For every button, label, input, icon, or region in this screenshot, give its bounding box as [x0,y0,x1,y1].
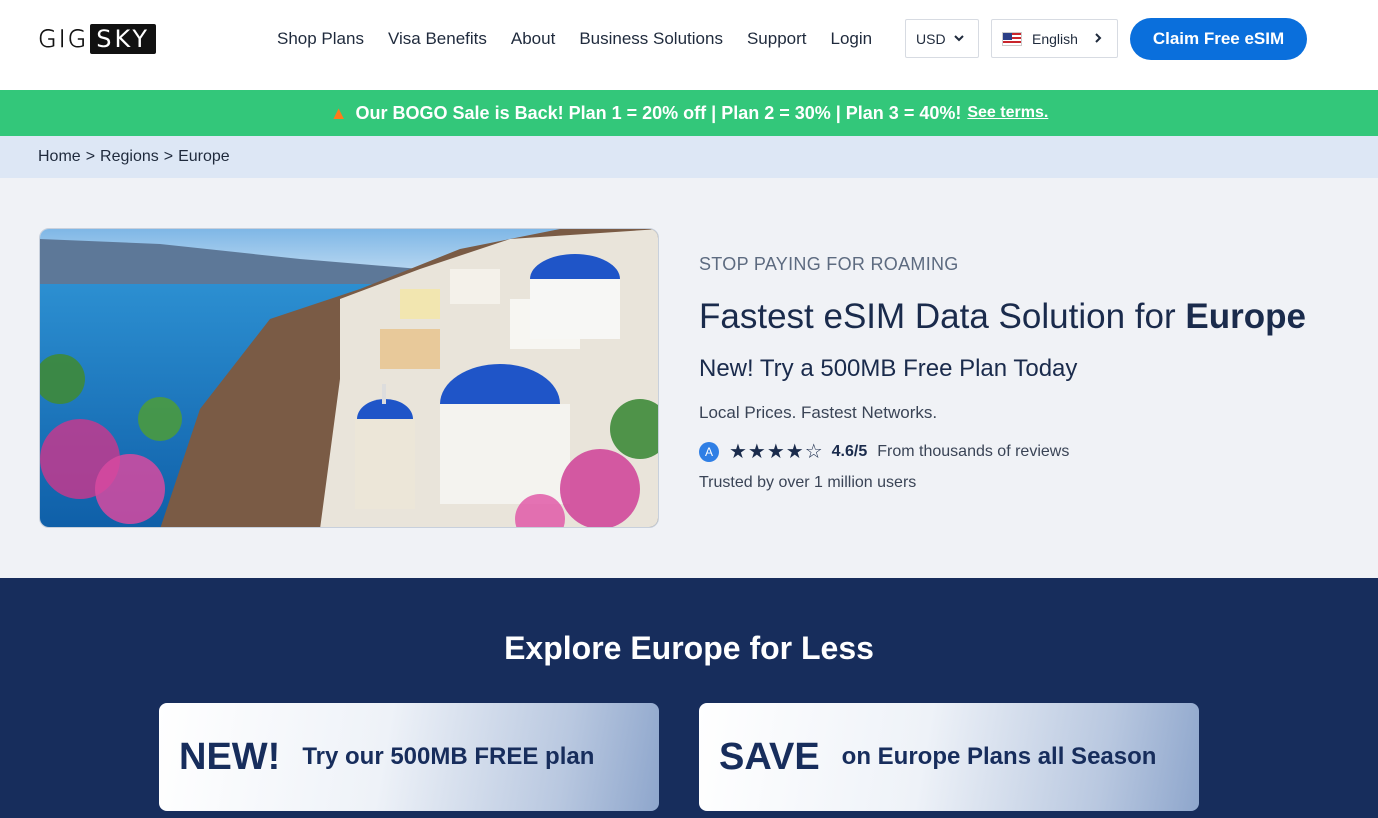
chevron-down-icon [954,35,964,42]
free-plan-card[interactable]: NEW! Try our 500MB FREE plan [159,703,659,811]
language-select[interactable]: English [991,19,1118,58]
promo-banner: ▲ Our BOGO Sale is Back! Plan 1 = 20% of… [0,90,1378,136]
hero-tagline: Local Prices. Fastest Networks. [699,403,938,422]
breadcrumb-home[interactable]: Home [38,148,81,166]
breadcrumb-current: Europe [178,148,230,165]
us-flag-icon [1002,31,1022,46]
nav-shop-plans[interactable]: Shop Plans [277,27,364,51]
currency-select[interactable]: USD [905,19,979,58]
language-value: English [1032,30,1078,47]
trusted-text: Trusted by over 1 million users [699,474,917,491]
breadcrumb: Home > Regions > Europe [0,136,1378,178]
nav-visa-benefits[interactable]: Visa Benefits [388,27,487,51]
hero-headline-region: Europe [1185,297,1306,336]
claim-free-esim-button[interactable]: Claim Free eSIM [1130,18,1307,60]
santorini-illustration [40,229,658,527]
hero-subheadline: New! Try a 500MB Free Plan Today [699,355,1078,382]
app-store-icon: A [699,441,719,462]
main-nav: Shop Plans Visa Benefits About Business … [277,27,896,51]
rating-note: From thousands of reviews [877,442,1070,460]
site-header: GIG SKY Shop Plans Visa Benefits About B… [0,0,1378,90]
card-small-text: Try our 500MB FREE plan [302,743,595,770]
breadcrumb-separator: > [163,148,174,165]
nav-business-solutions[interactable]: Business Solutions [579,27,723,51]
fire-icon: ▲ [329,102,348,123]
explore-section: Explore Europe for Less NEW! Try our 500… [0,578,1378,818]
hero-text: STOP PAYING FOR ROAMING Fastest eSIM Dat… [699,254,1306,492]
card-big-text: SAVE [719,735,820,778]
hero-headline-prefix: Fastest eSIM Data Solution for [699,297,1176,336]
breadcrumb-separator: > [85,148,96,165]
explore-title: Explore Europe for Less [504,630,874,666]
rating-score: 4.6/5 [831,442,868,460]
hero-headline: Fastest eSIM Data Solution for Europe [699,297,1306,337]
currency-value: USD [916,30,946,47]
see-terms-link[interactable]: See terms. [967,104,1048,122]
nav-about[interactable]: About [511,27,555,51]
logo-text-gig: GIG [38,25,89,54]
rating-row: A ★★★★☆ 4.6/5 From thousands of reviews [699,439,1306,464]
hero-eyebrow: STOP PAYING FOR ROAMING [699,254,959,274]
save-plans-card[interactable]: SAVE on Europe Plans all Season [699,703,1199,811]
nav-support[interactable]: Support [747,27,807,51]
gigsky-logo[interactable]: GIG SKY [38,24,196,54]
card-big-text: NEW! [179,735,281,778]
promo-text: Our BOGO Sale is Back! Plan 1 = 20% off … [355,102,962,123]
logo-text-sky: SKY [90,24,157,54]
hero-section: STOP PAYING FOR ROAMING Fastest eSIM Dat… [0,178,1378,578]
nav-login[interactable]: Login [831,27,873,51]
chevron-right-icon [1095,33,1102,43]
card-small-text: on Europe Plans all Season [841,743,1157,770]
star-rating-icons: ★★★★☆ [729,441,824,463]
santorini-hero-image [39,228,659,528]
breadcrumb-regions[interactable]: Regions [100,148,159,166]
